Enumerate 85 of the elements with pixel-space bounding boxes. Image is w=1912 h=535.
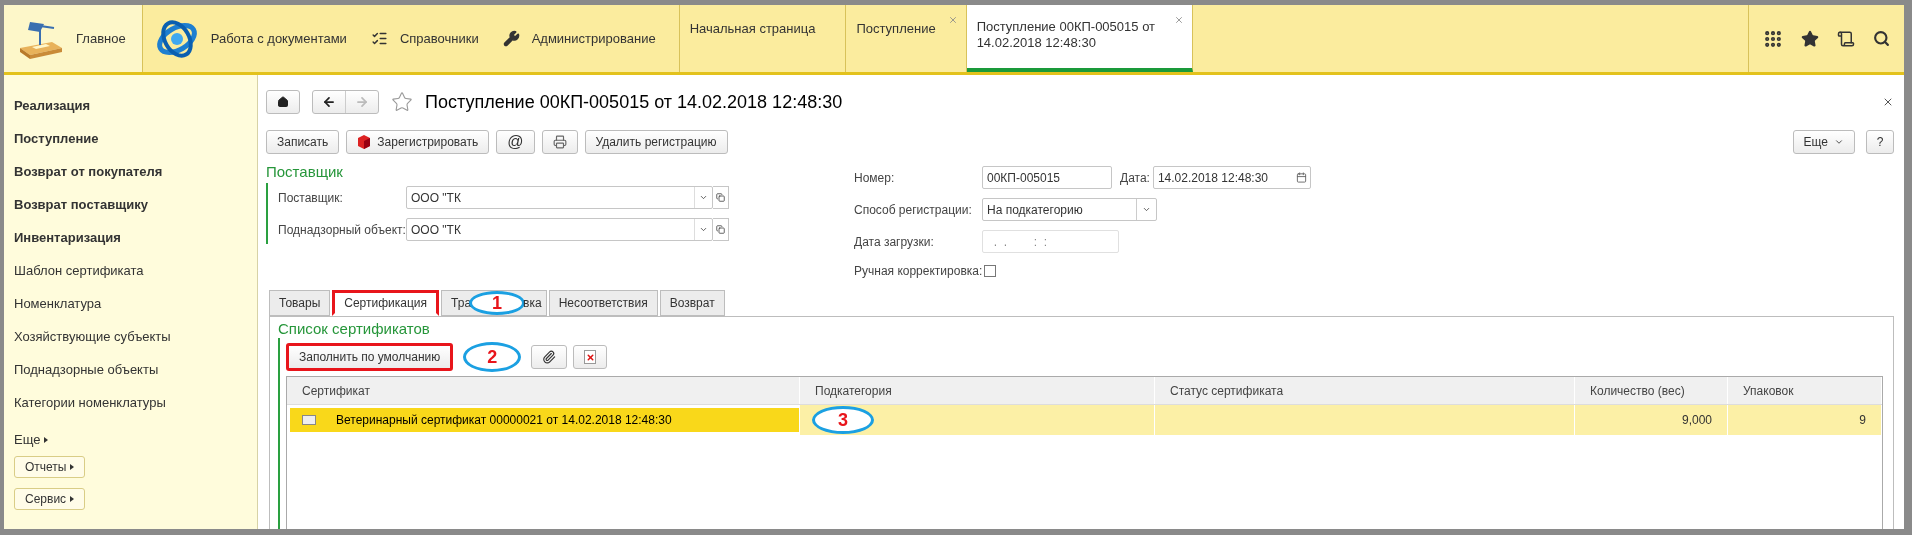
open-tab[interactable]: Поступление bbox=[846, 5, 967, 72]
field-label: Ручная корректировка: bbox=[854, 263, 983, 280]
section-tab[interactable]: Справочники bbox=[358, 5, 491, 72]
help-button[interactable]: ? bbox=[1866, 130, 1894, 154]
column-header[interactable]: Подкатегория bbox=[800, 377, 1155, 404]
column-header[interactable]: Статус сертификата bbox=[1155, 377, 1575, 404]
callout-marker: 3 bbox=[812, 406, 874, 434]
printer-icon bbox=[552, 135, 567, 149]
print-button[interactable] bbox=[541, 130, 578, 154]
calendar-icon[interactable] bbox=[1295, 172, 1307, 183]
field-label: Поставщик: bbox=[278, 189, 344, 207]
more-link[interactable]: Еще bbox=[14, 429, 41, 450]
apps-grid-icon[interactable] bbox=[1763, 28, 1783, 49]
field-label: Номер: bbox=[854, 169, 896, 187]
sidebar-item[interactable]: Категории номенклатуры bbox=[14, 395, 166, 410]
cube-icon bbox=[357, 134, 372, 150]
tab[interactable]: Товары bbox=[269, 290, 331, 316]
delete-icon bbox=[584, 350, 597, 364]
sidebar-item[interactable]: Поступление bbox=[14, 131, 99, 146]
open-icon[interactable] bbox=[716, 193, 725, 202]
search-icon[interactable] bbox=[1873, 30, 1890, 47]
tab[interactable]: Сертификация bbox=[332, 290, 440, 316]
tab[interactable]: Возврат bbox=[659, 290, 725, 316]
wrench-icon bbox=[502, 30, 520, 47]
favorite-star-icon[interactable] bbox=[391, 91, 413, 113]
table-cell: Ветеринарный сертификат 00000021 от 14.02.2018 12:48:30 bbox=[287, 405, 800, 435]
home-icon bbox=[277, 95, 289, 109]
column-header[interactable]: Упаковок bbox=[1728, 377, 1882, 404]
supplier-field[interactable]: ООО "ТК bbox=[406, 218, 713, 241]
toolbar-button[interactable]: Записать bbox=[266, 130, 340, 154]
section-tab[interactable]: Администрирование bbox=[490, 5, 668, 72]
field-label: Дата загрузки: bbox=[854, 233, 935, 251]
dropdown-icon[interactable] bbox=[699, 225, 708, 234]
fill-default-button[interactable]: Заполнить по умолчанию bbox=[286, 343, 454, 371]
form-title: Поступление 00КП-005015 от 14.02.2018 12:48:30 bbox=[425, 90, 843, 114]
back-icon[interactable] bbox=[322, 95, 336, 109]
icon-button[interactable] bbox=[531, 345, 568, 369]
more-button[interactable]: Еще bbox=[1792, 130, 1855, 154]
sidebar-item[interactable]: Номенклатура bbox=[14, 296, 102, 311]
section-title: Список сертификатов bbox=[278, 320, 431, 338]
sidebar-item[interactable]: Инвентаризация bbox=[14, 230, 121, 245]
tab[interactable]: Несоответствия bbox=[548, 290, 658, 316]
caret-icon bbox=[1834, 137, 1844, 147]
field-label: Способ регистрации: bbox=[854, 201, 973, 219]
sidebar-item[interactable]: Возврат поставщику bbox=[14, 197, 148, 212]
section-tab[interactable]: Работа с документами bbox=[142, 5, 359, 72]
sidebar-item[interactable]: Возврат от покупателя bbox=[14, 164, 163, 179]
load-date-field[interactable]: . . : : bbox=[982, 230, 1119, 253]
table-cell: 9,000 bbox=[1575, 405, 1728, 435]
supplier-field[interactable]: ООО "ТК bbox=[406, 186, 713, 209]
checkbox[interactable] bbox=[984, 265, 997, 277]
document-icon bbox=[302, 415, 316, 425]
star-icon[interactable] bbox=[1801, 29, 1819, 48]
sidebar-item[interactable]: Хозяйствующие субъекты bbox=[14, 329, 171, 344]
table-cell: 9 bbox=[1728, 405, 1882, 435]
field-label: Поднадзорный объект: bbox=[278, 221, 406, 239]
sidebar-item[interactable]: Поднадзорные объекты bbox=[14, 362, 159, 377]
open-tab[interactable]: Начальная страница bbox=[679, 5, 847, 72]
callout-marker: 2 bbox=[463, 342, 522, 372]
open-icon[interactable] bbox=[716, 225, 725, 234]
dropdown-icon[interactable] bbox=[1142, 205, 1151, 214]
caret-icon bbox=[44, 436, 49, 443]
sidebar-item[interactable]: Реализация bbox=[14, 98, 91, 113]
sidebar-item[interactable]: Шаблон сертификата bbox=[14, 263, 144, 278]
list-icon bbox=[370, 30, 388, 47]
home-button[interactable] bbox=[266, 90, 300, 114]
dropdown-icon[interactable] bbox=[699, 193, 708, 202]
menu-button[interactable]: Сервис bbox=[14, 488, 86, 510]
paperclip-icon bbox=[542, 350, 557, 364]
date-field[interactable]: 14.02.2018 12:48:30 bbox=[1152, 166, 1311, 189]
email-button[interactable]: @ bbox=[496, 130, 535, 154]
section-tab[interactable]: Главное bbox=[4, 5, 143, 72]
navigation-buttons[interactable] bbox=[312, 90, 379, 114]
open-tab[interactable]: Поступление 00КП-005015 от 14.02.2018 12:48:30 bbox=[966, 5, 1193, 72]
column-header[interactable]: Количество (вес) bbox=[1575, 377, 1728, 404]
group-title: Поставщик bbox=[266, 162, 344, 182]
menu-button[interactable]: Отчеты bbox=[14, 456, 86, 478]
scroll-icon[interactable] bbox=[1837, 29, 1855, 48]
close-icon[interactable] bbox=[1882, 96, 1894, 108]
register-button[interactable]: Зарегистрировать bbox=[346, 130, 490, 154]
column-header[interactable]: Сертификат bbox=[287, 377, 800, 404]
toolbar-button[interactable]: Удалить регистрацию bbox=[584, 130, 728, 154]
registration-method-field[interactable]: На подкатегорию bbox=[982, 198, 1157, 221]
number-field[interactable]: 00КП-005015 bbox=[982, 166, 1112, 189]
field-label: Дата: bbox=[1120, 169, 1150, 187]
